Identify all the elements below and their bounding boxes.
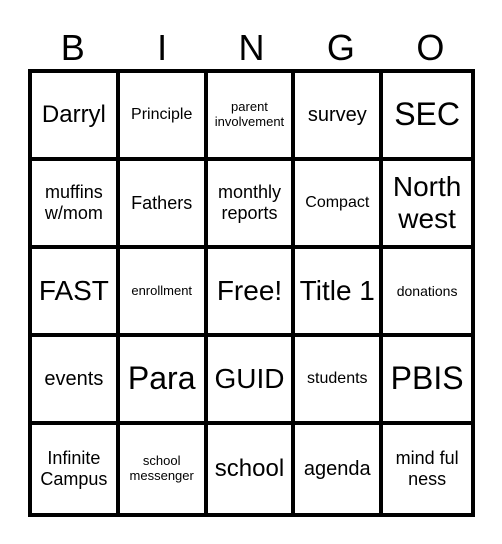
bingo-cell[interactable]: SEC [383,73,471,161]
bingo-cell[interactable]: Compact [295,161,384,249]
header-letter-i: I [157,27,168,68]
bingo-cell-text: events [44,367,104,390]
bingo-cell[interactable]: Fathers [119,161,208,249]
header-letter-o: O [416,27,445,68]
bingo-cell-text: Darryl [41,101,106,129]
bingo-cell[interactable]: Infinite Campus [32,425,120,513]
bingo-cell-text: FAST [38,274,109,306]
bingo-cell-text: Fathers [131,192,193,213]
bingo-cell[interactable]: students [295,337,384,425]
bingo-cell-text: mind ful ness [395,448,459,489]
bingo-cell[interactable]: agenda [295,425,384,513]
bingo-cell-text: North west [392,170,462,234]
bingo-cell-text: Title 1 [299,274,375,306]
header-letter-b: B [60,27,85,68]
bingo-cell[interactable]: FAST [32,249,120,337]
bingo-cell[interactable]: enrollment [119,249,208,337]
bingo-cell-text: SEC [394,96,460,133]
bingo-cell-text: PBIS [390,360,464,397]
bingo-cell[interactable]: PBIS [383,337,471,425]
bingo-cell-text: muffins w/mom [44,182,103,223]
bingo-cell[interactable]: parent involvement [207,73,296,161]
bingo-cell-text: parent involvement [214,99,285,129]
bingo-cell[interactable]: mind ful ness [383,425,471,513]
bingo-cell-text: agenda [303,457,371,480]
bingo-cell-text: Infinite Campus [40,448,108,489]
bingo-cell-text: Free! [216,274,283,306]
bingo-cell-text: Compact [305,193,370,211]
bingo-cell[interactable]: GUID [207,337,296,425]
bingo-cell[interactable]: Free! [207,249,296,337]
bingo-cell-text: enrollment [131,282,193,298]
bingo-cell[interactable]: school messenger [120,425,208,513]
bingo-cell-text: survey [307,103,367,126]
bingo-cell[interactable]: events [32,337,120,425]
bingo-cell[interactable]: survey [295,73,384,161]
bingo-cell-text: school messenger [129,453,194,483]
bingo-cell[interactable]: Para [119,337,208,425]
bingo-cell[interactable]: donations [383,249,471,337]
bingo-cell[interactable]: school [208,425,296,513]
bingo-cell[interactable]: Title 1 [295,249,384,337]
header-letter-g: G [326,27,355,68]
bingo-cell[interactable]: Principle [119,73,208,161]
bingo-cell-text: Para [127,360,196,397]
bingo-cell-text: monthly reports [217,182,281,223]
bingo-cell[interactable]: Darryl [32,73,120,161]
bingo-cell-text: GUID [214,362,285,394]
bingo-cell-text: donations [396,282,458,299]
bingo-grid: Darryl Principle parent involvement survey S… [28,69,475,517]
bingo-cell[interactable]: North west [383,161,471,249]
bingo-cell-text: students [307,369,368,387]
bingo-header: B I N G O [28,28,475,68]
bingo-cell[interactable]: monthly reports [207,161,296,249]
header-letter-n: N [238,27,265,68]
bingo-cell-text: school [214,455,285,483]
bingo-cell[interactable]: muffins w/mom [32,161,120,249]
bingo-cell-text: Principle [131,105,193,123]
